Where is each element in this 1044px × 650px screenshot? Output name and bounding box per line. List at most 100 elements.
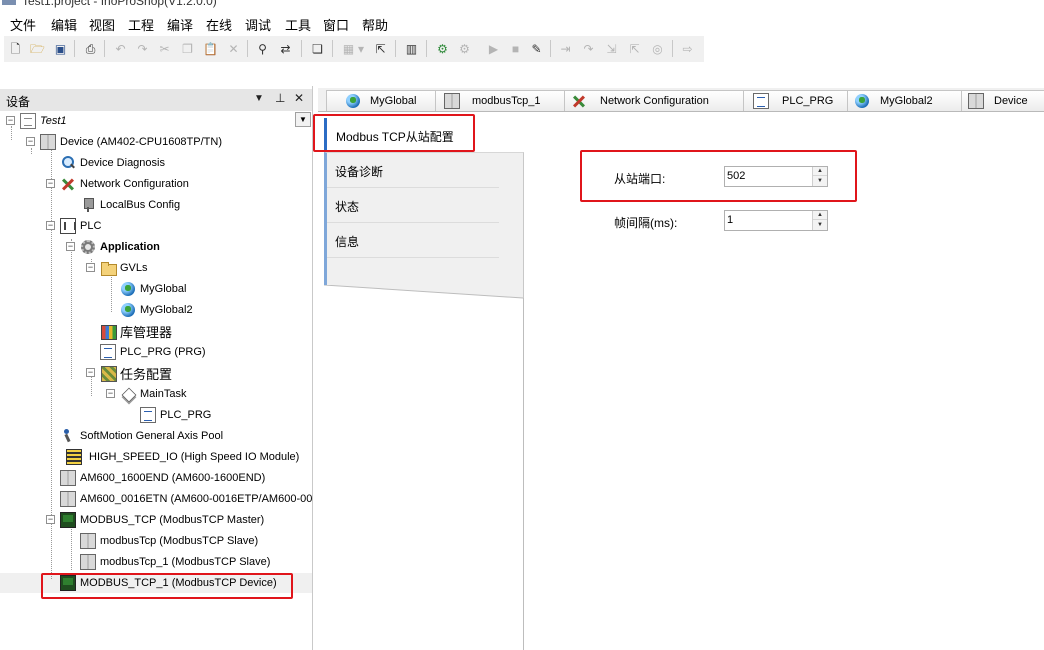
tree-item-localbus-config[interactable]: LocalBus Config — [80, 195, 180, 215]
tree-item-task-config[interactable]: − 任务配置 — [86, 363, 172, 383]
config-tab-status[interactable]: 状态 — [327, 188, 499, 223]
tree-item-modbus-tcp-master[interactable]: − MODBUS_TCP (ModbusTCP Master) — [46, 510, 264, 530]
print-icon[interactable]: ⎙ — [82, 40, 99, 57]
tree-label: SoftMotion General Axis Pool — [80, 430, 224, 442]
modbus-slave-icon — [444, 93, 460, 109]
tree-item-am600-0016etn[interactable]: AM600_0016ETN (AM600-0016ETP/AM600-0016E… — [60, 489, 312, 509]
step-out-icon[interactable]: ⇱ — [626, 40, 643, 57]
collapse-icon[interactable]: − — [46, 515, 55, 524]
tree-item-myglobal[interactable]: MyGlobal — [120, 279, 186, 299]
spin-down-icon[interactable]: ▼ — [813, 220, 827, 229]
menu-online[interactable]: 在线 — [206, 15, 232, 34]
tree-item-high-speed-io[interactable]: HIGH_SPEED_IO (High Speed IO Module) — [64, 447, 299, 467]
grid-icon[interactable]: ▦ — [340, 40, 357, 57]
paste-icon[interactable]: 📋 — [202, 40, 219, 57]
tree-label: MyGlobal2 — [140, 304, 193, 316]
tab-modbustcp-1[interactable]: modbusTcp_1 — [435, 90, 565, 111]
window-icon[interactable]: ❏ — [309, 40, 326, 57]
tree-item-plc[interactable]: − PLC — [46, 216, 101, 236]
pin-icon[interactable]: ⊥ — [275, 91, 285, 105]
menu-window[interactable]: 窗口 — [323, 15, 349, 34]
spin-up-icon[interactable]: ▲ — [813, 211, 827, 220]
tree-item-maintask[interactable]: − MainTask — [106, 384, 186, 404]
menu-debug[interactable]: 调试 — [245, 15, 271, 34]
tree-item-modbustcp-1-slave[interactable]: modbusTcp_1 (ModbusTCP Slave) — [80, 552, 270, 572]
config-tab-diagnosis[interactable]: 设备诊断 — [327, 153, 499, 188]
tree-item-gvls[interactable]: − GVLs — [86, 258, 148, 278]
delete-icon[interactable]: ✕ — [225, 40, 242, 57]
undo-icon[interactable]: ↶ — [112, 40, 129, 57]
modbus-slave-icon — [80, 554, 96, 570]
menu-tools[interactable]: 工具 — [285, 15, 311, 34]
find-icon[interactable]: ⚲ — [254, 40, 271, 57]
device-icon — [40, 134, 56, 150]
dropdown-icon[interactable]: ▾ — [356, 40, 366, 57]
tree-item-plc-prg-call[interactable]: PLC_PRG — [140, 405, 211, 425]
network-config-icon — [571, 93, 587, 109]
tree-item-plc-prg[interactable]: PLC_PRG (PRG) — [100, 342, 206, 362]
redo-icon[interactable]: ↷ — [134, 40, 151, 57]
application-gear-icon — [80, 239, 96, 255]
menu-build[interactable]: 编译 — [167, 15, 193, 34]
step-into-icon[interactable]: ⇲ — [603, 40, 620, 57]
config-tab-info[interactable]: 信息 — [327, 223, 499, 258]
chevron-down-icon[interactable]: ▼ — [254, 93, 264, 104]
tree-item-test1[interactable]: − Test1 — [6, 111, 67, 131]
tree-item-modbustcp-slave[interactable]: modbusTcp (ModbusTCP Slave) — [80, 531, 258, 551]
collapse-icon[interactable]: − — [46, 221, 55, 230]
tree-item-device-diagnosis[interactable]: Device Diagnosis — [60, 153, 165, 173]
copy-icon[interactable]: ❐ — [179, 40, 196, 57]
export-icon[interactable]: ⇱ — [372, 40, 389, 57]
run-icon[interactable]: ▶ — [485, 40, 502, 57]
device-icon[interactable]: ▥ — [403, 40, 420, 57]
tab-myglobal2[interactable]: MyGlobal2 — [847, 90, 962, 111]
step-icon[interactable]: ⇥ — [557, 40, 574, 57]
collapse-icon[interactable]: − — [86, 368, 95, 377]
menu-project[interactable]: 工程 — [128, 15, 154, 34]
collapse-icon[interactable]: − — [6, 116, 15, 125]
collapse-icon[interactable]: − — [106, 389, 115, 398]
tree-item-library-manager[interactable]: 库管理器 — [100, 321, 172, 341]
tree-item-am600-1600end[interactable]: AM600_1600END (AM600-1600END) — [60, 468, 265, 488]
logout-icon[interactable]: ⚙ — [456, 40, 473, 57]
tree-item-softmotion[interactable]: SoftMotion General Axis Pool — [60, 426, 223, 446]
frame-interval-value[interactable]: 1 — [727, 214, 733, 226]
tab-panel-border — [523, 298, 524, 650]
find-replace-icon[interactable]: ⇄ — [277, 40, 294, 57]
save-icon[interactable]: ▣ — [52, 40, 69, 57]
globe-icon — [120, 281, 136, 297]
step-over-icon[interactable]: ↷ — [580, 40, 597, 57]
tab-myglobal[interactable]: MyGlobal — [326, 90, 436, 111]
collapse-icon[interactable]: − — [66, 242, 75, 251]
collapse-icon[interactable]: − — [86, 263, 95, 272]
tree-dropdown-button[interactable]: ▼ — [295, 112, 311, 127]
goto-icon[interactable]: ⇨ — [679, 40, 696, 57]
frame-interval-stepper[interactable]: 1 ▲ ▼ — [724, 210, 828, 231]
tree-item-network-configuration[interactable]: − Network Configuration — [46, 174, 189, 194]
tab-plc-prg[interactable]: PLC_PRG — [743, 90, 848, 111]
tree-item-application[interactable]: − Application — [66, 237, 160, 257]
tree-item-device[interactable]: − Device (AM402-CPU1608TP/TN) — [26, 132, 222, 152]
menu-view[interactable]: 视图 — [89, 15, 115, 34]
menu-edit[interactable]: 编辑 — [51, 15, 77, 34]
task-icon — [120, 386, 136, 402]
collapse-icon[interactable]: − — [26, 137, 35, 146]
menu-file[interactable]: 文件 — [10, 15, 36, 34]
tab-network-configuration[interactable]: Network Configuration — [564, 90, 744, 111]
menu-help[interactable]: 帮助 — [362, 15, 388, 34]
module-icon — [60, 491, 76, 507]
modbus-slave-icon — [80, 533, 96, 549]
login-icon[interactable]: ⚙ — [434, 40, 451, 57]
title-bar: Test1.project - InoProShop(V1.2.0.0) — [0, 0, 1044, 10]
new-file-icon[interactable]: 🗋 — [7, 40, 24, 57]
cut-icon[interactable]: ✂ — [156, 40, 173, 57]
editor-tabs: MyGlobal modbusTcp_1 Network Configurati… — [318, 88, 1044, 112]
collapse-icon[interactable]: − — [46, 179, 55, 188]
close-icon[interactable]: ✕ — [294, 91, 304, 105]
tree-item-myglobal2[interactable]: MyGlobal2 — [120, 300, 193, 320]
open-folder-icon[interactable]: 🗁 — [29, 40, 46, 57]
stop-icon[interactable]: ■ — [507, 40, 524, 57]
tools-icon[interactable]: ✎ — [528, 40, 545, 57]
tab-device[interactable]: Device — [961, 90, 1044, 111]
breakpoint-icon[interactable]: ◎ — [649, 40, 666, 57]
